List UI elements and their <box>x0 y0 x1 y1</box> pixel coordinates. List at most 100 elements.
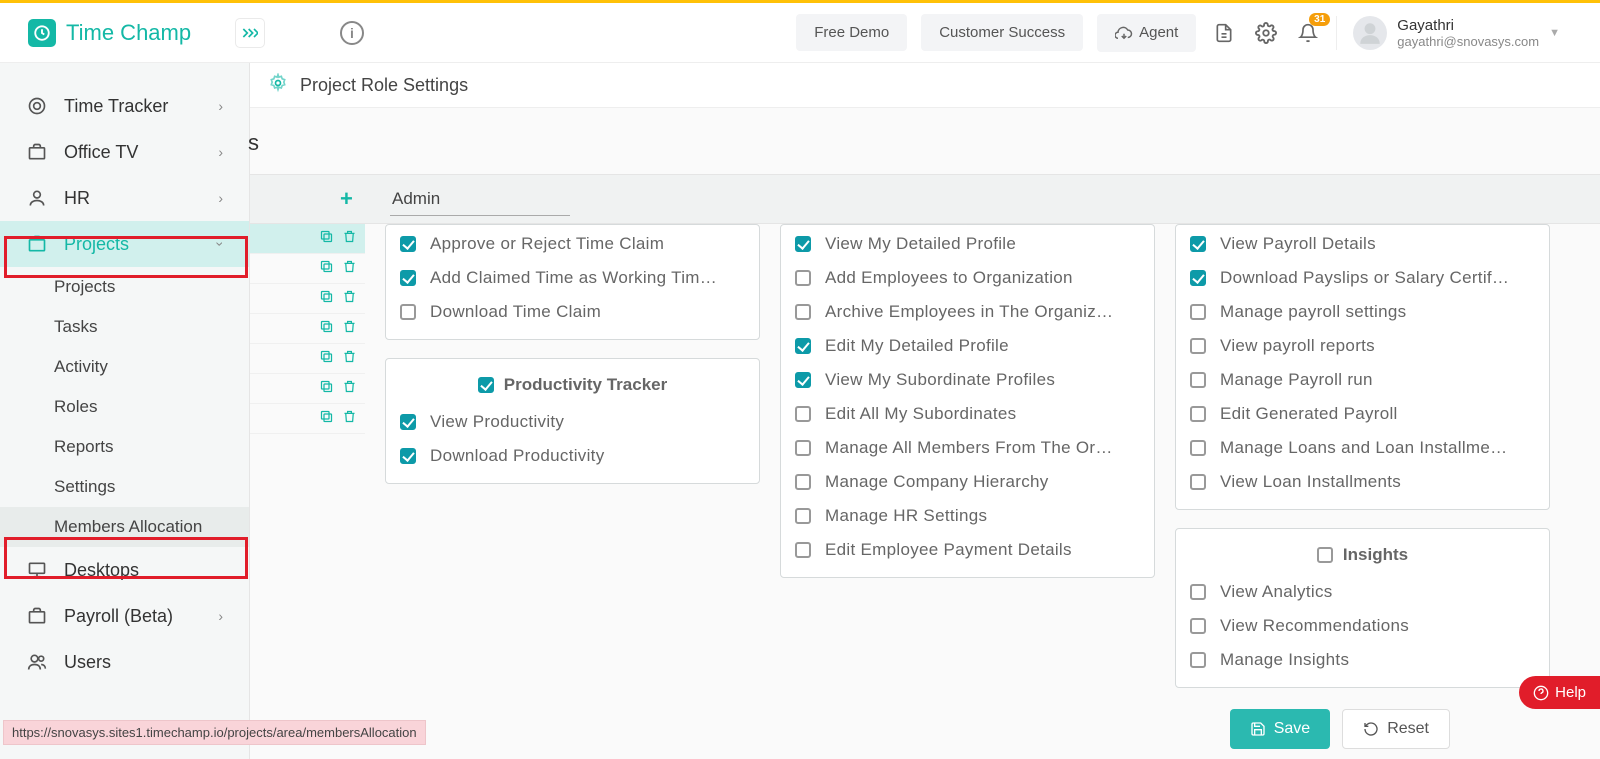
permission-item[interactable]: View My Subordinate Profiles <box>795 363 1140 397</box>
sidebar-item-projects[interactable]: Projects › <box>0 221 249 267</box>
checkbox[interactable] <box>1190 440 1206 456</box>
permission-item[interactable]: Download Productivity <box>400 439 745 473</box>
permission-item[interactable]: View My Detailed Profile <box>795 227 1140 261</box>
checkbox[interactable] <box>795 440 811 456</box>
permission-item[interactable]: Manage HR Settings <box>795 499 1140 533</box>
permission-item[interactable]: Edit All My Subordinates <box>795 397 1140 431</box>
checkbox[interactable] <box>400 448 416 464</box>
permission-item[interactable]: Edit My Detailed Profile <box>795 329 1140 363</box>
trash-icon[interactable] <box>342 409 357 429</box>
permission-item[interactable]: View Analytics <box>1190 575 1535 609</box>
user-menu[interactable]: Gayathri gayathri@snovasys.com ▼ <box>1336 16 1560 50</box>
trash-icon[interactable] <box>342 379 357 399</box>
document-icon[interactable] <box>1210 19 1238 47</box>
permission-item[interactable]: Download Payslips or Salary Certif… <box>1190 261 1535 295</box>
checkbox[interactable] <box>1190 618 1206 634</box>
role-row[interactable] <box>250 374 365 404</box>
copy-icon[interactable] <box>319 259 334 279</box>
role-row[interactable] <box>250 404 365 434</box>
sidebar-sub-settings[interactable]: Settings <box>0 467 249 507</box>
free-demo-button[interactable]: Free Demo <box>796 14 907 51</box>
permission-item[interactable]: View Loan Installments <box>1190 465 1535 499</box>
checkbox[interactable] <box>1190 372 1206 388</box>
role-row[interactable] <box>250 254 365 284</box>
sidebar-sub-reports[interactable]: Reports <box>0 427 249 467</box>
role-row[interactable] <box>250 284 365 314</box>
role-row[interactable] <box>250 314 365 344</box>
trash-icon[interactable] <box>342 259 357 279</box>
checkbox[interactable] <box>795 338 811 354</box>
sidebar-sub-members-allocation[interactable]: Members Allocation <box>0 507 249 547</box>
checkbox[interactable] <box>478 377 494 393</box>
permission-item[interactable]: Add Claimed Time as Working Tim… <box>400 261 745 295</box>
copy-icon[interactable] <box>319 229 334 249</box>
copy-icon[interactable] <box>319 409 334 429</box>
checkbox[interactable] <box>1190 406 1206 422</box>
trash-icon[interactable] <box>342 319 357 339</box>
save-button[interactable]: Save <box>1230 709 1330 749</box>
permission-item[interactable]: Edit Employee Payment Details <box>795 533 1140 567</box>
permission-item[interactable]: View Recommendations <box>1190 609 1535 643</box>
permission-item[interactable]: Manage All Members From The Or… <box>795 431 1140 465</box>
checkbox[interactable] <box>795 236 811 252</box>
checkbox[interactable] <box>1190 474 1206 490</box>
reset-button[interactable]: Reset <box>1342 709 1450 749</box>
permission-item[interactable]: Manage payroll settings <box>1190 295 1535 329</box>
permission-item[interactable]: Archive Employees in The Organiz… <box>795 295 1140 329</box>
sidebar-item-office-tv[interactable]: Office TV › <box>0 129 249 175</box>
add-role-button[interactable]: + <box>340 186 353 212</box>
checkbox[interactable] <box>400 414 416 430</box>
info-icon[interactable]: i <box>340 21 364 45</box>
role-name-input[interactable] <box>390 183 570 216</box>
checkbox[interactable] <box>795 406 811 422</box>
permission-item[interactable]: Manage Loans and Loan Installme… <box>1190 431 1535 465</box>
checkbox[interactable] <box>1190 270 1206 286</box>
permission-item[interactable]: View Productivity <box>400 405 745 439</box>
checkbox[interactable] <box>400 270 416 286</box>
checkbox[interactable] <box>795 542 811 558</box>
checkbox[interactable] <box>795 508 811 524</box>
sidebar-item-desktops[interactable]: Desktops <box>0 547 249 593</box>
permission-item[interactable]: Manage Company Hierarchy <box>795 465 1140 499</box>
sidebar-sub-projects[interactable]: Projects <box>0 267 249 307</box>
checkbox[interactable] <box>400 236 416 252</box>
checkbox[interactable] <box>1317 547 1333 563</box>
checkbox[interactable] <box>400 304 416 320</box>
copy-icon[interactable] <box>319 289 334 309</box>
bell-icon[interactable]: 31 <box>1294 19 1322 47</box>
trash-icon[interactable] <box>342 289 357 309</box>
permission-item[interactable]: Manage Insights <box>1190 643 1535 677</box>
checkbox[interactable] <box>795 372 811 388</box>
checkbox[interactable] <box>1190 338 1206 354</box>
trash-icon[interactable] <box>342 229 357 249</box>
checkbox[interactable] <box>795 270 811 286</box>
copy-icon[interactable] <box>319 319 334 339</box>
permission-item[interactable]: View payroll reports <box>1190 329 1535 363</box>
sidebar-item-payroll[interactable]: Payroll (Beta) › <box>0 593 249 639</box>
checkbox[interactable] <box>1190 236 1206 252</box>
role-row[interactable] <box>250 224 365 254</box>
sidebar-sub-activity[interactable]: Activity <box>0 347 249 387</box>
help-button[interactable]: Help <box>1519 676 1600 709</box>
permission-item[interactable]: Download Time Claim <box>400 295 745 329</box>
agent-button[interactable]: Agent <box>1097 14 1196 52</box>
permission-item[interactable]: Add Employees to Organization <box>795 261 1140 295</box>
trash-icon[interactable] <box>342 349 357 369</box>
checkbox[interactable] <box>1190 584 1206 600</box>
role-row[interactable] <box>250 344 365 374</box>
sidebar-item-time-tracker[interactable]: Time Tracker › <box>0 83 249 129</box>
copy-icon[interactable] <box>319 349 334 369</box>
logo[interactable]: Time Champ <box>0 19 250 47</box>
gear-icon[interactable] <box>1252 19 1280 47</box>
checkbox[interactable] <box>1190 652 1206 668</box>
sidebar-sub-tasks[interactable]: Tasks <box>0 307 249 347</box>
permission-item[interactable]: Approve or Reject Time Claim <box>400 227 745 261</box>
checkbox[interactable] <box>1190 304 1206 320</box>
copy-icon[interactable] <box>319 379 334 399</box>
checkbox[interactable] <box>795 304 811 320</box>
customer-success-button[interactable]: Customer Success <box>921 14 1083 51</box>
sidebar-item-users[interactable]: Users <box>0 639 249 685</box>
expand-sidebar-button[interactable] <box>235 18 265 48</box>
sidebar-item-hr[interactable]: HR › <box>0 175 249 221</box>
permission-item[interactable]: View Payroll Details <box>1190 227 1535 261</box>
